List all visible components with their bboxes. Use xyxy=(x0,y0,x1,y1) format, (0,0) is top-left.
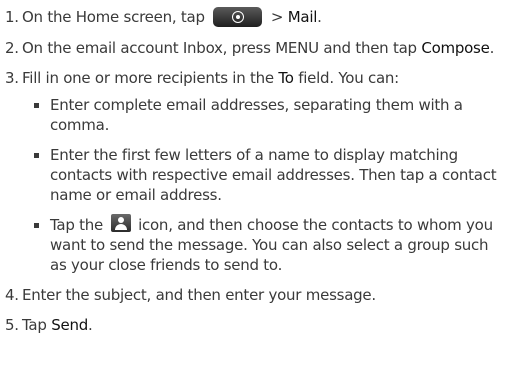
step-text: On the Home screen, tap xyxy=(22,8,205,26)
compose-label: Compose xyxy=(421,38,490,57)
step-number: 4. xyxy=(5,285,19,304)
punct: . xyxy=(489,38,495,57)
step-number: 5. xyxy=(5,315,19,334)
step-text: Fill in one or more recipients in the xyxy=(22,68,274,87)
recipient-options: Enter complete email addresses, separati… xyxy=(22,95,505,275)
instructions-page: 1. On the Home screen, tap > Mail. 2. On… xyxy=(0,0,505,379)
step-2: 2. On the email account Inbox, press MEN… xyxy=(0,38,505,58)
bullet-text: Enter the first few letters of a name to… xyxy=(50,145,497,204)
mail-label: Mail xyxy=(287,8,318,26)
step-number: 2. xyxy=(5,38,19,57)
step-5: 5. Tap Send. xyxy=(0,315,505,335)
bullet-item: Enter complete email addresses, separati… xyxy=(22,95,505,135)
bullet-item: Tap the icon, and then choose the contac… xyxy=(22,214,505,275)
step-3: 3. Fill in one or more recipients in the… xyxy=(0,68,505,275)
bullet-text: Tap the xyxy=(50,215,104,234)
bullet-marker xyxy=(34,102,39,108)
contact-person-icon xyxy=(110,214,131,232)
step-number: 1. xyxy=(5,8,19,26)
step-text: Tap xyxy=(22,315,47,334)
punct: . xyxy=(317,8,322,26)
step-text: Enter the subject, and then enter your m… xyxy=(22,285,376,304)
to-field-label: To xyxy=(278,68,294,87)
step-4: 4. Enter the subject, and then enter you… xyxy=(0,285,505,305)
home-button-icon xyxy=(213,6,263,27)
send-label: Send xyxy=(51,315,88,334)
step-text: On the email account Inbox, press MENU a… xyxy=(22,38,417,57)
step-1: 1. On the Home screen, tap > Mail. xyxy=(0,6,505,28)
bullet-marker xyxy=(34,152,39,158)
punct: . xyxy=(87,315,93,334)
step-text: > xyxy=(270,8,288,26)
step-number: 3. xyxy=(5,68,19,87)
bullet-marker xyxy=(34,222,39,228)
step-text: field. You can: xyxy=(298,68,399,87)
bullet-text: Enter complete email addresses, separati… xyxy=(50,95,463,134)
bullet-item: Enter the first few letters of a name to… xyxy=(22,145,505,205)
